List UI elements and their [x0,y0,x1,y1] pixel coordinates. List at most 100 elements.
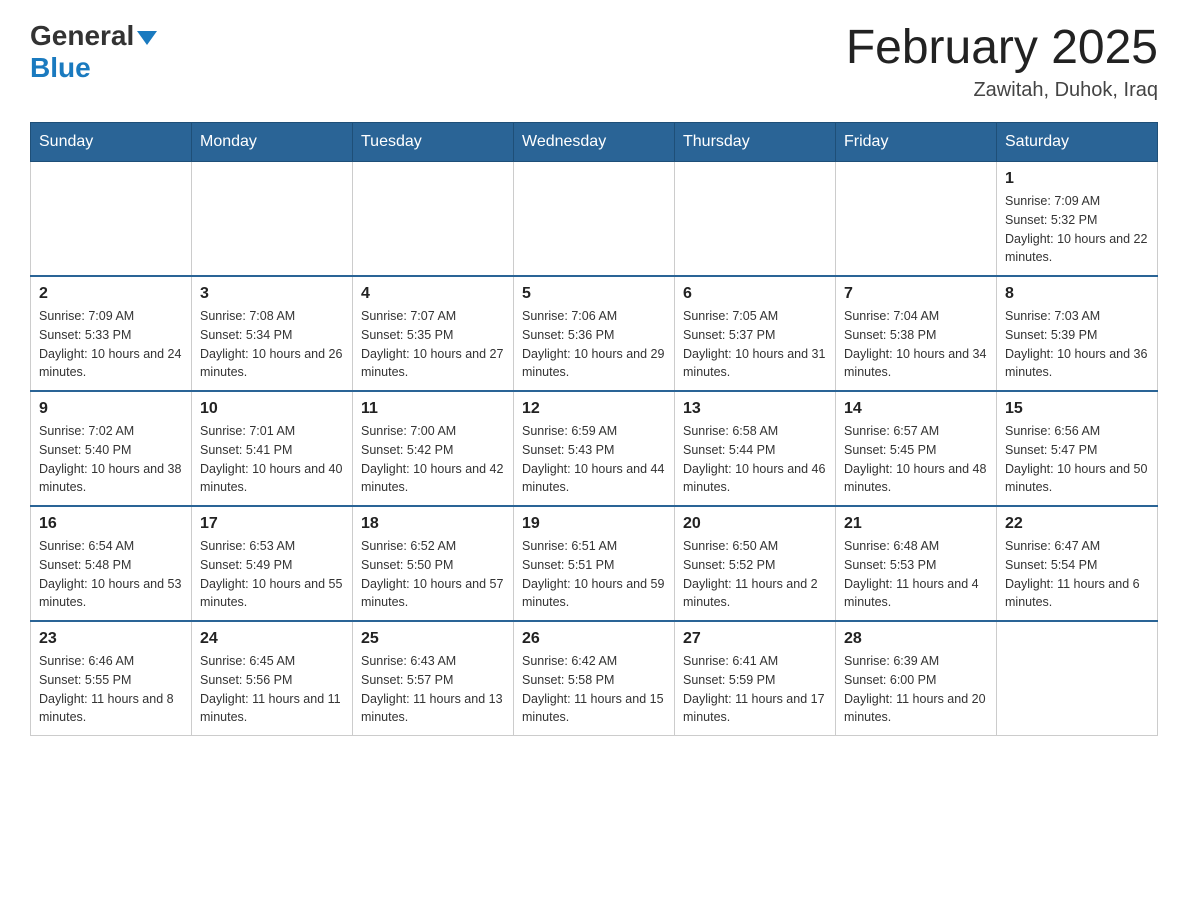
calendar-header-saturday: Saturday [997,123,1158,162]
day-info: Sunrise: 6:45 AMSunset: 5:56 PMDaylight:… [200,652,344,727]
day-number: 11 [361,400,505,418]
day-info: Sunrise: 7:08 AMSunset: 5:34 PMDaylight:… [200,307,344,382]
day-info: Sunrise: 7:05 AMSunset: 5:37 PMDaylight:… [683,307,827,382]
day-info: Sunrise: 7:02 AMSunset: 5:40 PMDaylight:… [39,422,183,497]
logo-general: General [30,20,157,52]
calendar-cell: 6 Sunrise: 7:05 AMSunset: 5:37 PMDaylight… [675,276,836,391]
calendar-cell: 1 Sunrise: 7:09 AMSunset: 5:32 PMDaylight… [997,162,1158,277]
calendar-header-friday: Friday [836,123,997,162]
day-number: 23 [39,630,183,648]
day-number: 5 [522,285,666,303]
day-info: Sunrise: 6:50 AMSunset: 5:52 PMDaylight:… [683,537,827,612]
logo-general-text: General [30,20,134,52]
day-number: 16 [39,515,183,533]
page-header: General Blue February 2025 Zawitah, Duho… [30,20,1158,102]
day-number: 8 [1005,285,1149,303]
calendar-cell: 24 Sunrise: 6:45 AMSunset: 5:56 PMDayligh… [192,621,353,736]
calendar-header-row: SundayMondayTuesdayWednesdayThursdayFrid… [31,123,1158,162]
calendar-cell: 10 Sunrise: 7:01 AMSunset: 5:41 PMDayligh… [192,391,353,506]
day-info: Sunrise: 6:51 AMSunset: 5:51 PMDaylight:… [522,537,666,612]
logo-arrow-icon [137,31,157,45]
calendar-cell: 11 Sunrise: 7:00 AMSunset: 5:42 PMDayligh… [353,391,514,506]
calendar-cell: 5 Sunrise: 7:06 AMSunset: 5:36 PMDaylight… [514,276,675,391]
calendar-cell: 9 Sunrise: 7:02 AMSunset: 5:40 PMDaylight… [31,391,192,506]
calendar-cell: 4 Sunrise: 7:07 AMSunset: 5:35 PMDaylight… [353,276,514,391]
day-info: Sunrise: 6:47 AMSunset: 5:54 PMDaylight:… [1005,537,1149,612]
calendar-cell [675,162,836,277]
day-info: Sunrise: 7:00 AMSunset: 5:42 PMDaylight:… [361,422,505,497]
calendar-cell [514,162,675,277]
day-number: 26 [522,630,666,648]
day-number: 28 [844,630,988,648]
day-number: 15 [1005,400,1149,418]
calendar-cell: 21 Sunrise: 6:48 AMSunset: 5:53 PMDayligh… [836,506,997,621]
calendar-header-sunday: Sunday [31,123,192,162]
day-info: Sunrise: 6:41 AMSunset: 5:59 PMDaylight:… [683,652,827,727]
day-info: Sunrise: 7:07 AMSunset: 5:35 PMDaylight:… [361,307,505,382]
logo-blue-text: Blue [30,52,91,84]
calendar-cell: 7 Sunrise: 7:04 AMSunset: 5:38 PMDaylight… [836,276,997,391]
calendar-cell: 17 Sunrise: 6:53 AMSunset: 5:49 PMDayligh… [192,506,353,621]
day-number: 20 [683,515,827,533]
day-number: 9 [39,400,183,418]
day-number: 1 [1005,170,1149,188]
calendar-cell: 18 Sunrise: 6:52 AMSunset: 5:50 PMDayligh… [353,506,514,621]
calendar-header-wednesday: Wednesday [514,123,675,162]
day-info: Sunrise: 6:56 AMSunset: 5:47 PMDaylight:… [1005,422,1149,497]
calendar-week-row: 23 Sunrise: 6:46 AMSunset: 5:55 PMDayligh… [31,621,1158,736]
location-text: Zawitah, Duhok, Iraq [846,79,1158,102]
day-info: Sunrise: 7:09 AMSunset: 5:33 PMDaylight:… [39,307,183,382]
calendar-cell: 8 Sunrise: 7:03 AMSunset: 5:39 PMDaylight… [997,276,1158,391]
calendar-cell: 19 Sunrise: 6:51 AMSunset: 5:51 PMDayligh… [514,506,675,621]
calendar-header-thursday: Thursday [675,123,836,162]
calendar-cell: 23 Sunrise: 6:46 AMSunset: 5:55 PMDayligh… [31,621,192,736]
title-section: February 2025 Zawitah, Duhok, Iraq [846,20,1158,102]
day-number: 7 [844,285,988,303]
day-info: Sunrise: 7:01 AMSunset: 5:41 PMDaylight:… [200,422,344,497]
day-info: Sunrise: 6:58 AMSunset: 5:44 PMDaylight:… [683,422,827,497]
day-info: Sunrise: 6:42 AMSunset: 5:58 PMDaylight:… [522,652,666,727]
day-number: 22 [1005,515,1149,533]
day-number: 17 [200,515,344,533]
calendar-cell: 22 Sunrise: 6:47 AMSunset: 5:54 PMDayligh… [997,506,1158,621]
day-number: 19 [522,515,666,533]
calendar-week-row: 1 Sunrise: 7:09 AMSunset: 5:32 PMDaylight… [31,162,1158,277]
calendar-week-row: 9 Sunrise: 7:02 AMSunset: 5:40 PMDaylight… [31,391,1158,506]
day-number: 24 [200,630,344,648]
day-number: 25 [361,630,505,648]
day-info: Sunrise: 7:09 AMSunset: 5:32 PMDaylight:… [1005,192,1149,267]
calendar-header-tuesday: Tuesday [353,123,514,162]
day-info: Sunrise: 6:52 AMSunset: 5:50 PMDaylight:… [361,537,505,612]
day-info: Sunrise: 6:48 AMSunset: 5:53 PMDaylight:… [844,537,988,612]
calendar-cell: 14 Sunrise: 6:57 AMSunset: 5:45 PMDayligh… [836,391,997,506]
calendar-cell: 25 Sunrise: 6:43 AMSunset: 5:57 PMDayligh… [353,621,514,736]
day-number: 14 [844,400,988,418]
calendar-cell [353,162,514,277]
day-info: Sunrise: 7:06 AMSunset: 5:36 PMDaylight:… [522,307,666,382]
calendar-week-row: 16Sunrise: 6:54 AMSunset: 5:48 PMDayligh… [31,506,1158,621]
calendar-cell: 2Sunrise: 7:09 AMSunset: 5:33 PMDaylight… [31,276,192,391]
calendar-cell: 16Sunrise: 6:54 AMSunset: 5:48 PMDayligh… [31,506,192,621]
calendar-cell: 26 Sunrise: 6:42 AMSunset: 5:58 PMDayligh… [514,621,675,736]
day-number: 18 [361,515,505,533]
calendar-cell: 12Sunrise: 6:59 AMSunset: 5:43 PMDayligh… [514,391,675,506]
day-number: 12 [522,400,666,418]
day-info: Sunrise: 7:03 AMSunset: 5:39 PMDaylight:… [1005,307,1149,382]
day-info: Sunrise: 6:46 AMSunset: 5:55 PMDaylight:… [39,652,183,727]
day-number: 6 [683,285,827,303]
day-number: 10 [200,400,344,418]
day-number: 4 [361,285,505,303]
day-info: Sunrise: 6:57 AMSunset: 5:45 PMDaylight:… [844,422,988,497]
calendar-cell [31,162,192,277]
calendar-cell: 28Sunrise: 6:39 AMSunset: 6:00 PMDayligh… [836,621,997,736]
calendar-cell: 27 Sunrise: 6:41 AMSunset: 5:59 PMDayligh… [675,621,836,736]
calendar-cell [192,162,353,277]
day-number: 27 [683,630,827,648]
calendar-cell: 3Sunrise: 7:08 AMSunset: 5:34 PMDaylight… [192,276,353,391]
day-info: Sunrise: 6:43 AMSunset: 5:57 PMDaylight:… [361,652,505,727]
month-title: February 2025 [846,20,1158,75]
day-number: 21 [844,515,988,533]
calendar-cell: 20 Sunrise: 6:50 AMSunset: 5:52 PMDayligh… [675,506,836,621]
day-info: Sunrise: 6:53 AMSunset: 5:49 PMDaylight:… [200,537,344,612]
day-info: Sunrise: 7:04 AMSunset: 5:38 PMDaylight:… [844,307,988,382]
